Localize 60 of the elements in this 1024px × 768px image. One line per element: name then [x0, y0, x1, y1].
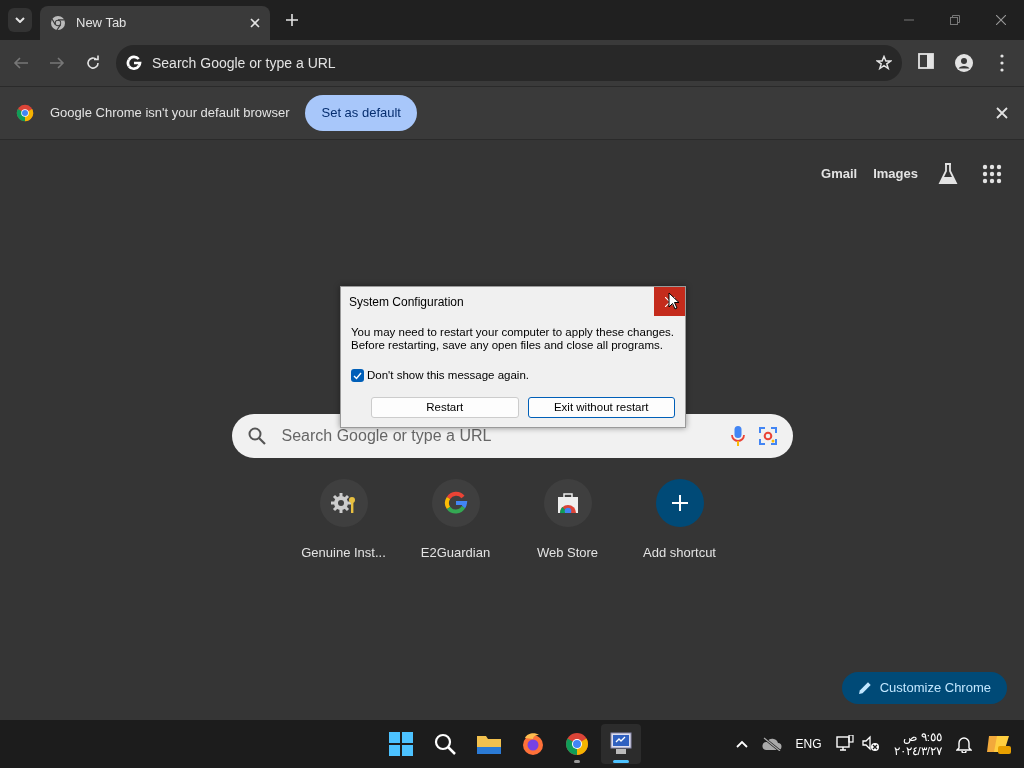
- shortcut-tile[interactable]: E2Guardian: [399, 479, 512, 563]
- google-icon: [443, 491, 468, 515]
- dialog-title: System Configuration: [349, 293, 464, 311]
- back-icon[interactable]: [13, 55, 29, 71]
- search-icon: [247, 427, 266, 445]
- chrome-icon: [16, 104, 34, 122]
- shortcut-tile[interactable]: Web Store: [511, 479, 624, 563]
- chrome-icon: [565, 732, 589, 756]
- check-icon: [353, 371, 362, 380]
- plus-icon: [671, 495, 688, 511]
- microphone-icon[interactable]: [730, 426, 745, 446]
- tab-search-button[interactable]: [8, 8, 32, 32]
- chrome-icon: [50, 15, 66, 31]
- checkbox-label: Don't show this message again.: [367, 368, 529, 383]
- tab-title: New Tab: [76, 14, 127, 33]
- cloud-off-icon[interactable]: [761, 737, 782, 751]
- network-icon[interactable]: [835, 735, 854, 753]
- header-link[interactable]: Images: [873, 164, 918, 184]
- windows-icon: [389, 732, 413, 756]
- dialog-message: You may need to restart your computer to apply these changes. Before restarting, save any open files and close all programs.: [351, 326, 675, 352]
- customize-chrome-button[interactable]: Customize Chrome: [841, 672, 1007, 704]
- plus-icon: [286, 14, 298, 26]
- gear-icon: [330, 491, 357, 515]
- header-link[interactable]: Gmail: [821, 164, 858, 184]
- browser-tab[interactable]: New Tab: [40, 6, 270, 40]
- bell-icon[interactable]: [956, 735, 972, 753]
- speaker-muted-icon[interactable]: [861, 735, 880, 753]
- google-icon: [126, 55, 142, 71]
- shortcut-tile[interactable]: Genuine Inst...: [287, 479, 400, 563]
- infobar-message: Google Chrome isn't your default browser: [50, 104, 290, 123]
- clock[interactable]: ٩:٥٥ ص ٢٠٢٤/٣/٢٧: [893, 730, 942, 758]
- taskbar-app[interactable]: [601, 724, 641, 764]
- forward-icon[interactable]: [49, 55, 65, 71]
- reload-icon[interactable]: [85, 55, 101, 71]
- store-icon: [556, 493, 579, 513]
- apps-grid-icon[interactable]: [982, 164, 1002, 184]
- folder-icon: [476, 733, 502, 755]
- close-icon[interactable]: [996, 15, 1006, 25]
- profile-icon[interactable]: [954, 53, 974, 73]
- language-indicator[interactable]: ENG: [795, 735, 822, 753]
- flask-icon[interactable]: [938, 163, 958, 185]
- caret-icon: [15, 17, 25, 23]
- restore-icon[interactable]: [950, 15, 960, 25]
- checkbox[interactable]: [351, 369, 364, 383]
- monitor-icon: [609, 732, 633, 756]
- dialog-button[interactable]: Exit without restart: [527, 397, 675, 419]
- address-placeholder: Search Google or type a URL: [152, 53, 336, 73]
- firefox-icon: [521, 732, 545, 756]
- cursor-icon: [668, 292, 680, 310]
- dialog-button[interactable]: Restart: [371, 397, 519, 419]
- menu-icon[interactable]: [1000, 53, 1004, 73]
- shortcut-tile[interactable]: Add shortcut: [623, 479, 736, 563]
- address-bar[interactable]: Search Google or type a URL: [116, 45, 902, 81]
- search-icon: [434, 733, 456, 755]
- camera-search-icon[interactable]: [758, 427, 777, 445]
- chevron-up-icon[interactable]: [735, 740, 748, 748]
- star-icon[interactable]: [876, 55, 892, 71]
- pencil-icon: [857, 681, 872, 695]
- set-as-default-button[interactable]: Set as default: [305, 95, 417, 131]
- search-input[interactable]: Search Google or type a URL: [279, 423, 717, 449]
